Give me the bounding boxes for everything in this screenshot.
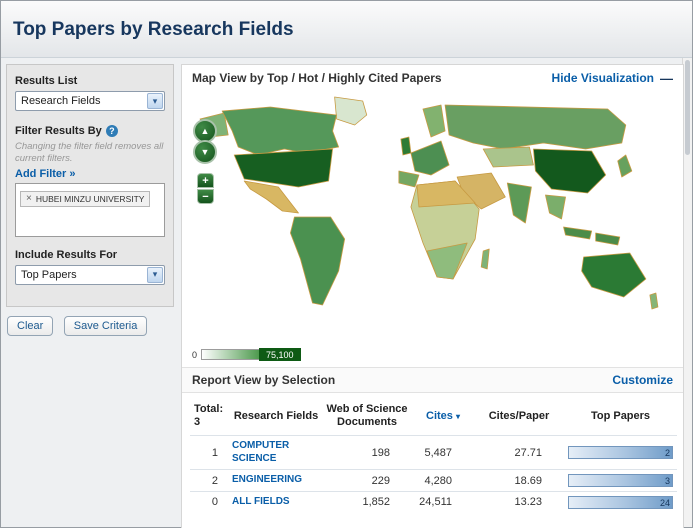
research-field-link[interactable]: ALL FIELDS (230, 491, 322, 512)
table-row: 2 ENGINEERING 229 4,280 18.69 3 (190, 469, 677, 492)
filter-by-label: Filter Results By? (15, 125, 165, 138)
filter-chip[interactable]: × HUBEI MINZU UNIVERSITY (20, 190, 151, 207)
zoom-control: + − (197, 173, 214, 204)
include-results-label: Include Results For (15, 248, 118, 261)
col-top-papers: Top Papers (590, 409, 651, 422)
row-cites: 24,511 (419, 496, 452, 509)
chevron-down-icon[interactable]: ▾ (147, 93, 163, 109)
top-papers-bar: 3 (568, 474, 673, 488)
map-legend: 0 75,100 (192, 348, 301, 361)
col-cites-per-paper: Cites/Paper (488, 409, 550, 422)
results-list-value: Research Fields (21, 95, 101, 107)
row-rank: 1 (211, 446, 218, 459)
filter-by-label-text: Filter Results By (15, 125, 102, 137)
arrow-up-icon: ▲ (200, 126, 210, 136)
sort-down-icon: ▾ (455, 411, 460, 421)
filter-chip-label: HUBEI MINZU UNIVERSITY (35, 193, 145, 204)
map-region: ▲ ▼ + − 0 75,100 (182, 91, 683, 367)
include-results-select[interactable]: Top Papers ▾ (15, 264, 165, 285)
col-cites-sort[interactable]: Cites ▾ (412, 397, 474, 436)
hide-visualization-label: Hide Visualization (551, 71, 654, 85)
table-header-row: Total: 3 Research Fields Web of Science … (190, 397, 677, 436)
include-results-value: Top Papers (21, 268, 77, 281)
col-cites-label: Cites (426, 409, 453, 422)
map-controls: ▲ ▼ + − (192, 119, 220, 204)
row-cites-per-paper: 13.23 (514, 496, 542, 509)
row-docs: 1,852 (362, 496, 390, 509)
help-icon[interactable]: ? (105, 125, 118, 138)
results-list-label: Results List (15, 75, 78, 87)
scrollbar-thumb[interactable] (685, 60, 690, 155)
report-view-title: Report View by Selection (192, 373, 336, 387)
add-filter-link[interactable]: Add Filter » (15, 168, 165, 180)
hide-visualization-link[interactable]: Hide Visualization — (552, 71, 673, 86)
pan-down-button[interactable]: ▼ (193, 140, 217, 164)
row-cites: 4,280 (424, 474, 452, 487)
chevron-down-icon[interactable]: ▾ (147, 266, 163, 283)
top-papers-value: 2 (664, 448, 670, 459)
save-criteria-button[interactable]: Save Criteria (63, 316, 148, 336)
table-row: 1 COMPUTER SCIENCE 198 5,487 27.71 2 (190, 435, 677, 470)
top-papers-bar: 24 (568, 495, 673, 509)
research-field-link[interactable]: COMPUTER SCIENCE (230, 436, 322, 470)
app-window: Top Papers by Research Fields Results Li… (0, 0, 693, 528)
sidebar-buttons: Clear Save Criteria (7, 316, 153, 336)
world-map[interactable] (186, 91, 678, 333)
legend-max-label: 75,100 (259, 348, 301, 361)
legend-min-label: 0 (192, 349, 198, 360)
row-cites-per-paper: 18.69 (514, 474, 542, 487)
map-countries (199, 96, 659, 310)
col-wos-documents: Web of Science Documents (326, 403, 408, 429)
minus-icon: — (660, 70, 673, 86)
map-view-header: Map View by Top / Hot / Highly Cited Pap… (182, 65, 683, 91)
total-label: Total: 3 (194, 403, 224, 429)
col-research-fields: Research Fields (233, 409, 319, 422)
report-view-header: Report View by Selection Customize (182, 367, 683, 393)
row-cites-per-paper: 27.71 (514, 446, 542, 459)
top-papers-value: 3 (664, 476, 670, 487)
map-view-title: Map View by Top / Hot / Highly Cited Pap… (192, 71, 442, 85)
table-row: 0 ALL FIELDS 1,852 24,511 13.23 24 (190, 491, 677, 512)
filter-note: Changing the filter field removes all cu… (15, 141, 164, 164)
legend-gradient (201, 349, 260, 360)
remove-filter-icon[interactable]: × (26, 193, 32, 204)
row-rank: 0 (211, 496, 218, 509)
research-field-link[interactable]: ENGINEERING (230, 470, 322, 492)
row-docs: 198 (371, 446, 390, 459)
top-papers-value: 24 (659, 497, 670, 508)
page-header: Top Papers by Research Fields (1, 1, 692, 58)
active-filters-box: × HUBEI MINZU UNIVERSITY (15, 182, 165, 237)
sidebar: Results List Research Fields ▾ Filter Re… (6, 64, 174, 307)
zoom-in-button[interactable]: + (197, 173, 214, 188)
clear-button[interactable]: Clear (7, 316, 54, 336)
page-title: Top Papers by Research Fields (13, 19, 294, 40)
row-rank: 2 (211, 474, 218, 487)
results-table: Total: 3 Research Fields Web of Science … (190, 397, 677, 512)
arrow-down-icon: ▼ (200, 147, 210, 157)
top-papers-bar: 2 (568, 446, 673, 460)
zoom-out-button[interactable]: − (197, 189, 214, 204)
row-docs: 229 (371, 474, 390, 487)
results-list-select[interactable]: Research Fields ▾ (15, 91, 165, 111)
customize-link[interactable]: Customize (612, 373, 673, 387)
main-panel: Map View by Top / Hot / Highly Cited Pap… (181, 64, 684, 528)
row-cites: 5,487 (424, 446, 452, 459)
